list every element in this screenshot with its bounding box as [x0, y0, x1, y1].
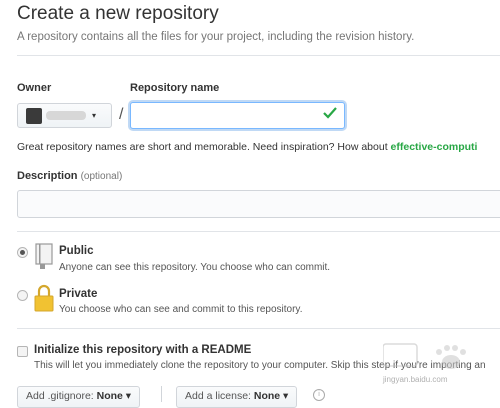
chevron-down-icon: ▾: [92, 111, 97, 120]
header-divider: [17, 55, 500, 56]
owner-avatar: [26, 107, 42, 124]
owner-repo-separator: /: [119, 106, 124, 123]
lock-icon: [34, 284, 54, 312]
readme-checkbox[interactable]: [17, 346, 28, 357]
description-input[interactable]: [17, 190, 500, 218]
name-suggestion-link[interactable]: effective-computi: [391, 141, 478, 153]
page-title: Create a new repository: [17, 3, 219, 24]
gitignore-select[interactable]: Add .gitignore: None ▾: [17, 386, 141, 408]
optional-tag: (optional): [80, 171, 123, 182]
check-icon: [323, 107, 337, 119]
repo-name-input[interactable]: [130, 102, 345, 129]
watermark-url: jingyan.baidu.com: [383, 375, 448, 384]
info-icon[interactable]: i: [313, 389, 325, 401]
page-subtitle: A repository contains all the files for …: [17, 31, 415, 43]
description-label: Description (optional): [17, 170, 123, 182]
repo-book-icon: [35, 243, 53, 269]
section-divider-2: [17, 328, 500, 329]
dropdown-divider: [161, 386, 162, 402]
private-title: Private: [59, 288, 98, 300]
private-desc: You choose who can see and commit to thi…: [59, 304, 303, 315]
owner-name-redacted: [46, 111, 86, 120]
repo-name-label: Repository name: [130, 82, 220, 94]
owner-label: Owner: [17, 82, 52, 94]
readme-title: Initialize this repository with a README: [34, 344, 252, 356]
repo-name-hint: Great repository names are short and mem…: [17, 141, 478, 153]
public-radio[interactable]: [17, 247, 28, 258]
public-desc: Anyone can see this repository. You choo…: [59, 262, 331, 273]
public-title: Public: [59, 245, 94, 257]
section-divider: [17, 231, 500, 232]
license-select[interactable]: Add a license: None ▾: [176, 386, 298, 408]
baidu-watermark-logo: [383, 343, 466, 369]
private-radio[interactable]: [17, 290, 28, 301]
owner-select[interactable]: ▾: [17, 103, 112, 128]
